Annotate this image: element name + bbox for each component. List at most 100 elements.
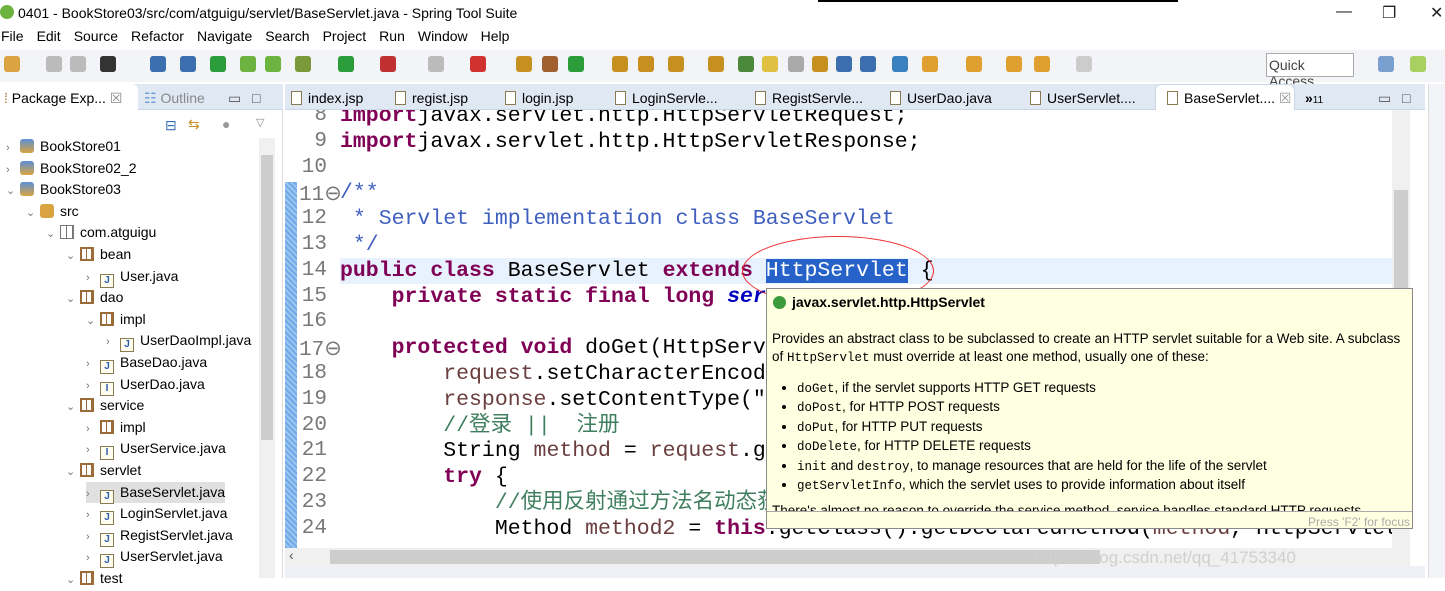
toolbar-button-icon[interactable] xyxy=(180,56,196,72)
filter-icon[interactable]: ● xyxy=(222,116,230,132)
toolbar-button-icon[interactable] xyxy=(568,56,584,72)
chevron-right-icon[interactable]: › xyxy=(86,505,100,526)
menu-refactor[interactable]: Refactor xyxy=(130,27,190,49)
tree-item[interactable]: ⌄ service xyxy=(66,395,144,416)
collapse-all-icon[interactable]: ⊟ xyxy=(165,117,177,134)
toolbar-button-icon[interactable] xyxy=(428,56,444,72)
toolbar-button-icon[interactable] xyxy=(46,56,62,72)
editor-tab-3[interactable]: LoginServle... xyxy=(615,90,718,106)
menu-edit[interactable]: Edit xyxy=(36,27,67,49)
menu-search[interactable]: Search xyxy=(264,27,315,49)
tree-item[interactable]: › I UserService.java xyxy=(86,438,226,461)
chevron-right-icon[interactable]: › xyxy=(86,354,100,375)
editor-tab-5[interactable]: UserDao.java xyxy=(890,90,992,106)
menu-window[interactable]: Window xyxy=(417,27,474,49)
maximize-icon[interactable]: □ xyxy=(252,90,260,106)
minimize-button[interactable]: — xyxy=(1336,3,1352,21)
tree-item[interactable]: › J UserDaoImpl.java xyxy=(106,330,251,353)
toolbar-button-icon[interactable] xyxy=(542,56,558,72)
chevron-down-icon[interactable]: ⌄ xyxy=(66,246,80,267)
toolbar-button-icon[interactable] xyxy=(70,56,86,72)
code-line[interactable]: response.setContentType(" xyxy=(340,387,766,413)
tree-item[interactable]: › I UserDao.java xyxy=(86,374,205,396)
scroll-left-icon[interactable]: ‹ xyxy=(289,547,294,563)
code-line[interactable]: importjavax.servlet.http.HttpServletResp… xyxy=(340,129,921,155)
chevron-right-icon[interactable]: › xyxy=(86,527,100,548)
tree-item[interactable]: › J RegistServlet.java xyxy=(86,525,233,548)
code-line[interactable]: */ xyxy=(340,232,379,258)
chevron-right-icon[interactable]: › xyxy=(86,419,100,440)
editor-tab-1[interactable]: regist.jsp xyxy=(395,90,468,106)
minimize-icon[interactable]: ▭ xyxy=(1378,90,1391,107)
toolbar-button-icon[interactable] xyxy=(708,56,724,72)
menu-navigate[interactable]: Navigate xyxy=(196,27,258,49)
link-with-editor-icon[interactable]: ⇆ xyxy=(188,116,200,133)
minimize-icon[interactable]: ▭ xyxy=(228,90,241,107)
menu-source[interactable]: Source xyxy=(73,27,124,49)
code-line[interactable]: try { xyxy=(340,464,508,490)
toolbar-button-icon[interactable] xyxy=(516,56,532,72)
tree-item[interactable]: › impl xyxy=(86,417,146,438)
menu-run[interactable]: Run xyxy=(378,27,411,49)
tree-item[interactable]: ⌄ BookStore03 xyxy=(6,179,121,200)
code-line[interactable]: request.setCharacterEncod xyxy=(340,361,766,387)
tree-item[interactable]: ⌄ servlet xyxy=(66,460,141,481)
code-line[interactable]: importjavax.servlet.http.HttpServletRequ… xyxy=(340,110,908,129)
tab-package-explorer[interactable]: ⁞ Package Exp... ☒ xyxy=(4,90,122,107)
spring-perspective-icon[interactable] xyxy=(1410,56,1426,72)
editor-tab-2[interactable]: login.jsp xyxy=(505,90,573,106)
chevron-right-icon[interactable]: › xyxy=(6,160,20,181)
chevron-down-icon[interactable]: ⌄ xyxy=(66,570,80,591)
tree-item[interactable]: › BookStore02_2 xyxy=(6,158,137,179)
toolbar-button-icon[interactable] xyxy=(210,56,226,72)
tree-item[interactable]: ⌄ bean xyxy=(66,244,131,265)
code-line[interactable]: private static final long ser xyxy=(340,284,766,310)
toolbar-button-icon[interactable] xyxy=(612,56,628,72)
chevron-down-icon[interactable]: ⌄ xyxy=(66,289,80,310)
toolbar-button-icon[interactable] xyxy=(150,56,166,72)
tree-item[interactable]: › J UserServlet.java xyxy=(86,546,223,569)
tree-item[interactable]: › J BaseServlet.java xyxy=(86,481,226,504)
toolbar-button-icon[interactable] xyxy=(240,56,256,72)
toolbar-button-icon[interactable] xyxy=(668,56,684,72)
chevron-down-icon[interactable]: ⌄ xyxy=(66,462,80,483)
close-icon[interactable]: ☒ xyxy=(110,90,123,106)
quick-access-input[interactable]: Quick Access xyxy=(1266,53,1354,89)
chevron-right-icon[interactable]: › xyxy=(86,268,100,289)
tree-item[interactable]: ⌄ test xyxy=(66,568,123,589)
toolbar-button-icon[interactable] xyxy=(762,56,778,72)
more-tabs-button[interactable]: »11 xyxy=(1305,90,1323,106)
maximize-icon[interactable]: □ xyxy=(1402,90,1410,106)
tree-item[interactable]: › J User.java xyxy=(86,266,178,289)
close-button[interactable]: ✕ xyxy=(1430,3,1443,23)
tree-item[interactable]: ⌄ dao xyxy=(66,287,123,308)
open-perspective-icon[interactable] xyxy=(1378,56,1394,72)
toolbar-button-icon[interactable] xyxy=(295,56,311,72)
menu-project[interactable]: Project xyxy=(322,27,373,49)
toolbar-button-icon[interactable] xyxy=(4,56,20,72)
restore-button[interactable]: ❐ xyxy=(1382,3,1396,23)
toolbar-button-icon[interactable] xyxy=(338,56,354,72)
toolbar-button-icon[interactable] xyxy=(1006,56,1022,72)
toolbar-button-icon[interactable] xyxy=(380,56,396,72)
toolbar-button-icon[interactable] xyxy=(470,56,486,72)
chevron-down-icon[interactable]: ⌄ xyxy=(26,203,40,224)
chevron-down-icon[interactable]: ⌄ xyxy=(86,311,100,332)
code-line[interactable]: String method = request.g xyxy=(340,438,766,464)
chevron-right-icon[interactable]: › xyxy=(86,440,100,461)
toolbar-button-icon[interactable] xyxy=(966,56,982,72)
menu-file[interactable]: File xyxy=(0,27,30,49)
toolbar-button-icon[interactable] xyxy=(922,56,938,72)
toolbar-button-icon[interactable] xyxy=(1076,56,1092,72)
menu-help[interactable]: Help xyxy=(480,27,516,49)
chevron-down-icon[interactable]: ⌄ xyxy=(46,224,60,245)
toolbar-button-icon[interactable] xyxy=(812,56,828,72)
tree-item[interactable]: › BookStore01 xyxy=(6,136,121,157)
view-menu-icon[interactable]: ▽ xyxy=(256,116,264,129)
tree-scrollbar-thumb[interactable] xyxy=(261,155,273,440)
editor-tab-4[interactable]: RegistServle... xyxy=(755,90,863,106)
tree-item[interactable]: ⌄ impl xyxy=(86,309,146,330)
code-line[interactable]: /** xyxy=(340,180,379,206)
tree-item[interactable]: › J LoginServlet.java xyxy=(86,503,227,526)
close-tab-icon[interactable]: ☒ xyxy=(1275,90,1292,106)
